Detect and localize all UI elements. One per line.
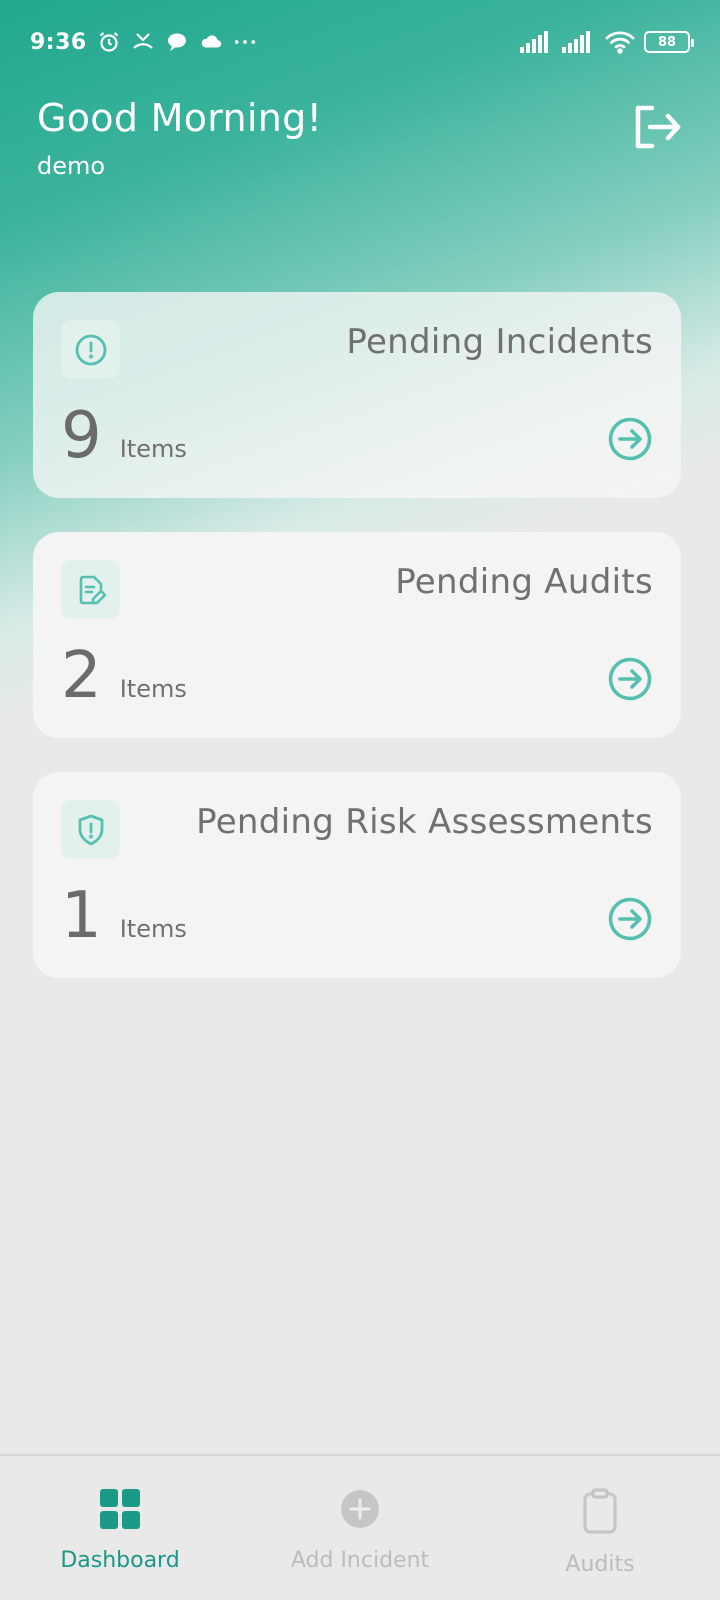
cloud-icon xyxy=(199,30,223,54)
username: demo xyxy=(37,152,106,180)
summary-cards: Pending Incidents 9 Items Pending Audits… xyxy=(33,292,681,1012)
nav-label-audits: Audits xyxy=(565,1552,635,1577)
document-edit-icon xyxy=(61,560,120,619)
alert-circle-icon xyxy=(61,320,120,379)
bottom-navigation: Dashboard Add Incident Audits xyxy=(0,1454,720,1600)
arrow-right-circle-icon[interactable] xyxy=(607,656,653,702)
status-left: 9:36 xyxy=(30,30,257,55)
nav-item-add-incident[interactable]: Add Incident xyxy=(240,1456,480,1600)
card-title: Pending Incidents xyxy=(346,322,653,362)
more-dots-icon xyxy=(233,30,257,54)
card-title: Pending Risk Assessments xyxy=(196,802,653,842)
card-count-row: 1 Items xyxy=(61,884,187,948)
logout-button[interactable] xyxy=(630,104,684,154)
pending-incidents-card[interactable]: Pending Incidents 9 Items xyxy=(33,292,681,498)
grid-icon xyxy=(99,1488,141,1534)
nav-label-dashboard: Dashboard xyxy=(60,1548,180,1573)
card-unit: Items xyxy=(119,675,187,703)
card-count: 9 xyxy=(61,399,102,473)
nav-item-audits[interactable]: Audits xyxy=(480,1456,720,1600)
greeting-header: Good Morning! demo xyxy=(37,96,322,180)
chat-bubble-icon xyxy=(165,30,189,54)
greeting-title: Good Morning! xyxy=(37,96,323,140)
nav-item-dashboard[interactable]: Dashboard xyxy=(0,1456,240,1600)
signal-icon xyxy=(520,30,554,54)
alarm-icon xyxy=(97,30,121,54)
logout-icon xyxy=(632,104,682,154)
wifi-icon xyxy=(604,30,636,54)
card-unit: Items xyxy=(119,915,187,943)
pending-risk-assessments-card[interactable]: Pending Risk Assessments 1 Items xyxy=(33,772,681,978)
clipboard-icon xyxy=(579,1488,621,1538)
missed-call-icon xyxy=(131,30,155,54)
card-count-row: 2 Items xyxy=(61,644,187,708)
card-count: 2 xyxy=(61,639,102,713)
card-title: Pending Audits xyxy=(395,562,653,602)
status-time: 9:36 xyxy=(30,29,87,55)
battery-level: 88 xyxy=(657,34,677,50)
arrow-right-circle-icon[interactable] xyxy=(607,416,653,462)
plus-circle-icon xyxy=(339,1488,381,1534)
pending-audits-card[interactable]: Pending Audits 2 Items xyxy=(33,532,681,738)
shield-alert-icon xyxy=(61,800,120,859)
status-right: 88 xyxy=(520,30,694,54)
card-count-row: 9 Items xyxy=(61,404,187,468)
card-count: 1 xyxy=(61,879,102,953)
signal-icon xyxy=(562,30,596,54)
card-unit: Items xyxy=(119,435,187,463)
arrow-right-circle-icon[interactable] xyxy=(607,896,653,942)
battery-icon: 88 xyxy=(644,31,694,53)
nav-label-add-incident: Add Incident xyxy=(290,1548,430,1573)
status-bar: 9:36 88 xyxy=(0,0,720,84)
